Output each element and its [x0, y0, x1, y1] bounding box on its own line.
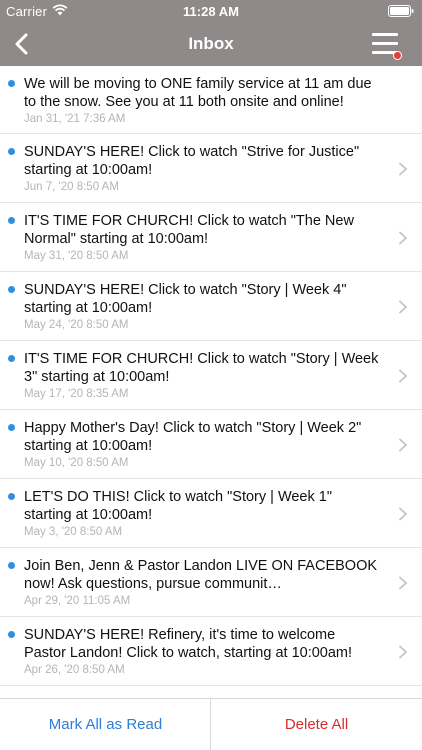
message-row-7[interactable]: Join Ben, Jenn & Pastor Landon LIVE ON F…	[0, 548, 422, 617]
unread-dot	[8, 562, 15, 569]
message-text: SUNDAY'S HERE! Click to watch "Story | W…	[24, 282, 347, 316]
message-date: May 10, '20 8:50 AM	[24, 457, 129, 469]
message-row-1[interactable]: SUNDAY'S HERE! Click to watch "Strive fo…	[0, 134, 422, 203]
chevron-right-icon	[399, 645, 408, 659]
notification-badge	[393, 51, 402, 60]
message-text: IT'S TIME FOR CHURCH! Click to watch "Th…	[24, 213, 354, 247]
hamburger-menu-icon[interactable]	[370, 30, 404, 60]
message-text: SUNDAY'S HERE! Click to watch "Strive fo…	[24, 144, 360, 178]
message-date: Apr 26, '20 8:50 AM	[24, 664, 125, 676]
message-date: May 24, '20 8:50 AM	[24, 319, 129, 331]
chevron-right-icon	[399, 369, 408, 383]
message-row-0[interactable]: We will be moving to ONE family service …	[0, 66, 422, 134]
message-date: Apr 29, '20 11:05 AM	[24, 595, 131, 607]
message-row-4[interactable]: IT'S TIME FOR CHURCH! Click to watch "St…	[0, 341, 422, 410]
message-date: May 3, '20 8:50 AM	[24, 526, 123, 538]
message-date: May 17, '20 8:35 AM	[24, 388, 129, 400]
delete-all-button[interactable]: Delete All	[211, 699, 422, 750]
message-text: LET'S DO THIS! Click to watch "Story | W…	[24, 489, 332, 523]
unread-dot	[8, 631, 15, 638]
menu-line	[372, 33, 398, 36]
message-row-8[interactable]: SUNDAY'S HERE! Refinery, it's time to we…	[0, 617, 422, 686]
message-text: SUNDAY'S HERE! Refinery, it's time to we…	[24, 627, 353, 661]
chevron-right-icon	[399, 507, 408, 521]
menu-line	[372, 42, 398, 45]
message-list: We will be moving to ONE family service …	[0, 66, 422, 698]
message-row-2[interactable]: IT'S TIME FOR CHURCH! Click to watch "Th…	[0, 203, 422, 272]
chevron-right-icon	[399, 576, 408, 590]
message-row-3[interactable]: SUNDAY'S HERE! Click to watch "Story | W…	[0, 272, 422, 341]
unread-dot	[8, 355, 15, 362]
message-text: Happy Mother's Day! Click to watch "Stor…	[24, 420, 362, 454]
battery-icon	[388, 5, 414, 17]
chevron-right-icon	[399, 300, 408, 314]
unread-dot	[8, 80, 15, 87]
message-text: We will be moving to ONE family service …	[24, 76, 372, 110]
bottom-toolbar: Mark All as Read Delete All	[0, 698, 422, 750]
inbox-screen: Carrier 11:28 AM Inbox We will be moving…	[0, 0, 422, 750]
message-date: Jun 7, '20 8:50 AM	[24, 181, 119, 193]
unread-dot	[8, 148, 15, 155]
message-date: May 31, '20 8:50 AM	[24, 250, 129, 262]
message-text: Join Ben, Jenn & Pastor Landon LIVE ON F…	[24, 558, 378, 592]
chevron-right-icon	[399, 438, 408, 452]
chevron-right-icon	[399, 231, 408, 245]
unread-dot	[8, 286, 15, 293]
message-date: Jan 31, '21 7:36 AM	[24, 113, 126, 125]
page-title: Inbox	[188, 34, 234, 53]
message-row-6[interactable]: LET'S DO THIS! Click to watch "Story | W…	[0, 479, 422, 548]
status-bar: Carrier 11:28 AM	[0, 0, 422, 22]
mark-all-read-button[interactable]: Mark All as Read	[0, 699, 211, 750]
message-text: IT'S TIME FOR CHURCH! Click to watch "St…	[24, 351, 379, 385]
unread-dot	[8, 493, 15, 500]
chevron-right-icon	[399, 162, 408, 176]
clock-time: 11:28 AM	[183, 4, 239, 19]
message-row-5[interactable]: Happy Mother's Day! Click to watch "Stor…	[0, 410, 422, 479]
unread-dot	[8, 217, 15, 224]
navigation-bar: Inbox	[0, 22, 422, 66]
unread-dot	[8, 424, 15, 431]
